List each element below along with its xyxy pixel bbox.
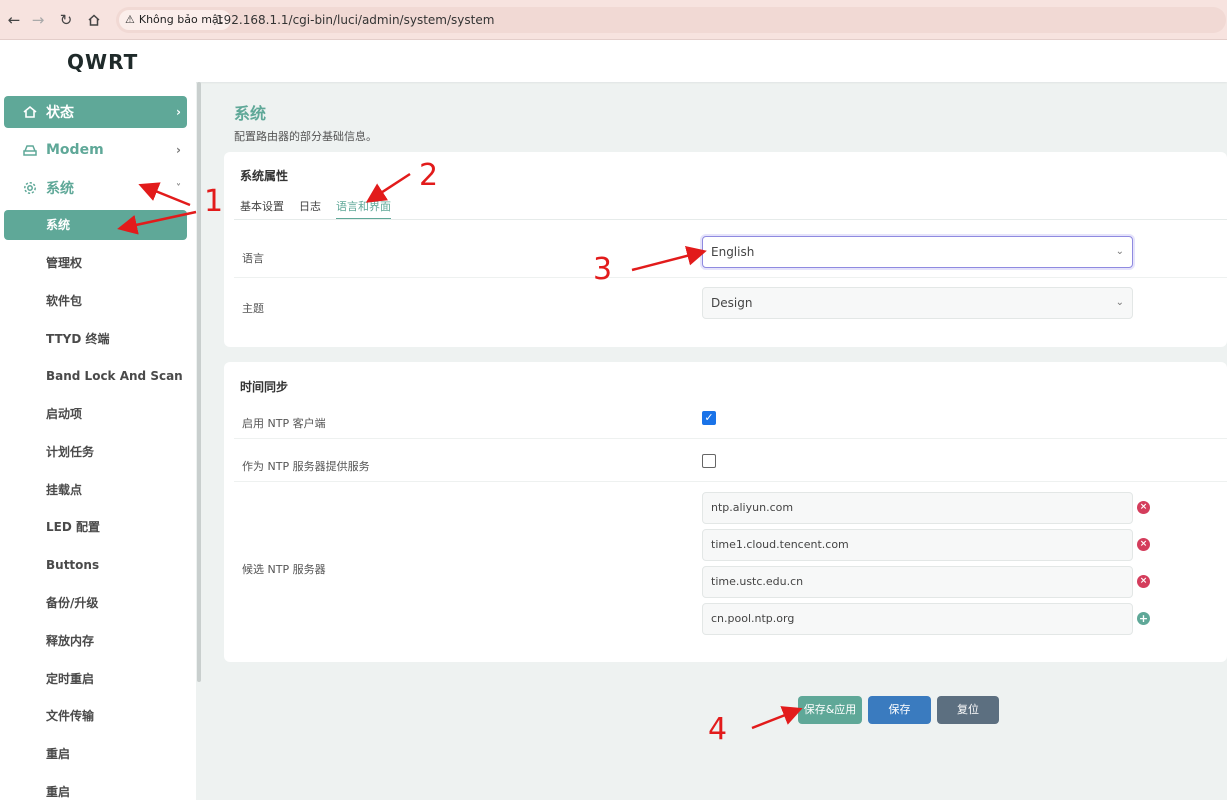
- annotation-number: 4: [708, 712, 728, 747]
- home-page-icon[interactable]: [84, 10, 104, 30]
- tab-basic-settings[interactable]: 基本设置: [240, 198, 284, 220]
- address-bar[interactable]: ⚠ Không bảo mật 192.168.1.1/cgi-bin/luci…: [116, 7, 1226, 33]
- theme-select[interactable]: Design ⌄: [702, 287, 1133, 319]
- tab-divider: [234, 219, 1227, 220]
- main-content: 系统 配置路由器的部分基础信息。 系统属性 基本设置 日志 语言和界面 语言 E…: [224, 82, 1227, 800]
- reload-icon[interactable]: ↻: [56, 10, 76, 30]
- sidebar-subitem-led[interactable]: LED 配置: [4, 512, 187, 542]
- sidebar-item-modem[interactable]: Modem ›: [4, 134, 187, 166]
- sidebar-subitem-packages[interactable]: 软件包: [4, 286, 187, 316]
- sidebar-item-label: 系统: [46, 181, 74, 197]
- sidebar-item-label: 状态: [46, 105, 74, 121]
- reset-button[interactable]: 复位: [937, 696, 999, 724]
- annotation-number: 3: [593, 252, 613, 287]
- gear-icon: [24, 182, 36, 194]
- sidebar-subitem-reboot-2[interactable]: 重启: [4, 777, 187, 800]
- annotation-number: 1: [204, 184, 224, 219]
- save-apply-button[interactable]: 保存&应用: [798, 696, 862, 724]
- sidebar-subitem-backup[interactable]: 备份/升级: [4, 588, 187, 618]
- language-label: 语言: [242, 252, 264, 265]
- brand-logo[interactable]: QWRT: [67, 50, 138, 74]
- sidebar-subitem-scheduled-reboot[interactable]: 定时重启: [4, 664, 187, 694]
- ntp-server-input[interactable]: time1.cloud.tencent.com: [702, 529, 1133, 561]
- save-button[interactable]: 保存: [868, 696, 931, 724]
- chevron-right-icon: ›: [176, 105, 181, 119]
- tab-language-ui[interactable]: 语言和界面: [336, 198, 391, 220]
- sidebar-subitem-ttyd[interactable]: TTYD 终端: [4, 324, 187, 354]
- modem-icon: [23, 145, 37, 156]
- ntp-server-label: 作为 NTP 服务器提供服务: [242, 460, 370, 473]
- browser-toolbar: ← → ↻ ⚠ Không bảo mật 192.168.1.1/cgi-bi…: [0, 0, 1227, 40]
- chevron-down-icon: ˅: [176, 182, 181, 194]
- ntp-client-checkbox[interactable]: ✓: [702, 411, 716, 425]
- add-icon[interactable]: +: [1137, 612, 1150, 625]
- annotation-number: 2: [419, 158, 439, 193]
- sidebar-subitem-reboot[interactable]: 重启: [4, 739, 187, 769]
- tab-logs[interactable]: 日志: [299, 198, 321, 220]
- sidebar-subitem-system[interactable]: 系统: [4, 210, 187, 240]
- ntp-server-input[interactable]: ntp.aliyun.com: [702, 492, 1133, 524]
- time-sync-card: 时间同步 启用 NTP 客户端 ✓ 作为 NTP 服务器提供服务 候选 NTP …: [224, 362, 1227, 662]
- remove-icon[interactable]: ×: [1137, 575, 1150, 588]
- page-title: 系统: [234, 104, 267, 123]
- row-divider: [234, 481, 1227, 482]
- sidebar-subitem-startup[interactable]: 启动项: [4, 399, 187, 429]
- sidebar-item-system[interactable]: 系统 ˅: [4, 172, 187, 204]
- theme-label: 主题: [242, 302, 264, 315]
- sidebar-subitem-cron[interactable]: 计划任务: [4, 437, 187, 467]
- forward-arrow-icon[interactable]: →: [28, 10, 48, 30]
- ntp-server-checkbox[interactable]: [702, 454, 716, 468]
- security-label: Không bảo mật: [138, 13, 223, 26]
- sidebar-scrollbar[interactable]: [197, 82, 201, 682]
- ntp-server-input[interactable]: cn.pool.ntp.org: [702, 603, 1133, 635]
- sidebar-subitem-bandlock[interactable]: Band Lock And Scan: [4, 361, 187, 391]
- section-title: 时间同步: [240, 380, 289, 394]
- sidebar-subitem-mounts[interactable]: 挂载点: [4, 475, 187, 505]
- remove-icon[interactable]: ×: [1137, 538, 1150, 551]
- chevron-right-icon: ›: [176, 143, 181, 157]
- language-select[interactable]: English ⌄: [702, 236, 1133, 268]
- ntp-candidates-label: 候选 NTP 服务器: [242, 563, 326, 576]
- back-arrow-icon[interactable]: ←: [4, 10, 24, 30]
- row-divider: [234, 438, 1227, 439]
- page-description: 配置路由器的部分基础信息。: [234, 130, 377, 143]
- warning-icon: ⚠: [125, 13, 135, 26]
- home-icon: [23, 105, 37, 118]
- chevron-down-icon: ⌄: [1115, 297, 1124, 308]
- sidebar-item-status[interactable]: 状态 ›: [4, 96, 187, 128]
- ntp-server-input[interactable]: time.ustc.edu.cn: [702, 566, 1133, 598]
- sidebar-subitem-file-transfer[interactable]: 文件传输: [4, 701, 187, 731]
- chevron-down-icon: ⌄: [1115, 246, 1124, 257]
- row-divider: [234, 277, 1227, 278]
- tab-bar: 基本设置 日志 语言和界面: [240, 198, 406, 220]
- url-text[interactable]: 192.168.1.1/cgi-bin/luci/admin/system/sy…: [216, 7, 494, 33]
- sidebar-subitem-freemem[interactable]: 释放内存: [4, 626, 187, 656]
- sidebar-item-label: Modem: [46, 142, 104, 158]
- sidebar-subitem-admin[interactable]: 管理权: [4, 248, 187, 278]
- security-chip[interactable]: ⚠ Không bảo mật: [119, 10, 231, 30]
- remove-icon[interactable]: ×: [1137, 501, 1150, 514]
- sidebar-subitem-buttons[interactable]: Buttons: [4, 550, 187, 580]
- system-properties-card: 系统属性 基本设置 日志 语言和界面 语言 English ⌄ 主题 Desig…: [224, 152, 1227, 347]
- section-title: 系统属性: [240, 169, 289, 183]
- language-value: English: [711, 245, 755, 259]
- page-header: QWRT: [0, 40, 1227, 82]
- theme-value: Design: [711, 296, 753, 310]
- ntp-client-label: 启用 NTP 客户端: [242, 417, 326, 430]
